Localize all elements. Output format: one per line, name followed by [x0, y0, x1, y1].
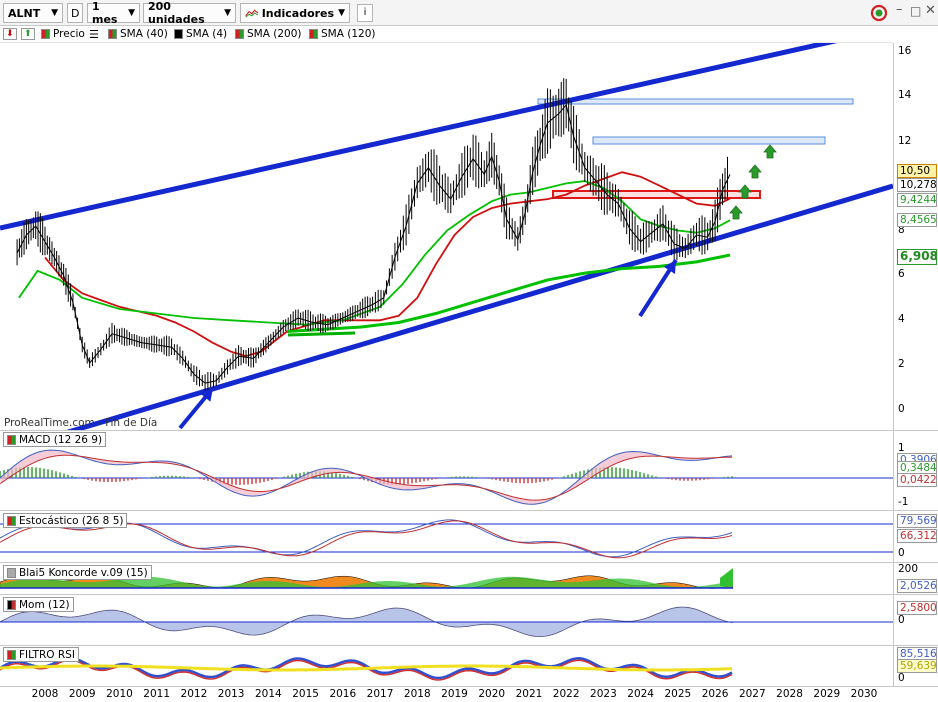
x-tick-label: 2026 [701, 688, 729, 700]
rsi-panel-title[interactable]: FILTRO RSI [3, 647, 79, 662]
y-tick-label: 16 [898, 45, 912, 57]
macd-band [0, 450, 733, 505]
koncorde-value-badge: 2,0526 [897, 579, 937, 593]
sma200-segment [287, 331, 356, 337]
x-tick-label: 2011 [143, 688, 171, 700]
price-chart[interactable] [0, 0, 893, 686]
macd-panel-title[interactable]: MACD (12 26 9) [3, 432, 107, 447]
momentum-panel-title[interactable]: Mom (12) [3, 597, 74, 612]
x-tick-label: 2025 [664, 688, 692, 700]
x-tick-label: 2030 [850, 688, 878, 700]
watermark: ProRealTime.com - Fin de Día [4, 417, 158, 429]
maximize-icon[interactable]: □ [910, 4, 921, 18]
y-tick-label: 6 [898, 268, 905, 280]
x-tick-label: 2017 [366, 688, 394, 700]
x-tick-label: 2015 [292, 688, 319, 700]
resistance-zone [537, 98, 854, 105]
channel-lower-line [66, 183, 893, 430]
x-tick-label: 2013 [217, 688, 245, 700]
momentum-value-badge: 2,5800 [897, 601, 937, 615]
indicator-swatch-icon [7, 599, 16, 610]
resistance-zone [592, 136, 826, 145]
y-tick-label: 12 [898, 135, 912, 147]
up-arrow-icon [729, 205, 743, 220]
y-tick-label: 0 [898, 614, 905, 626]
rsi-filter-badge: 59,639 [897, 659, 937, 673]
koncorde-green-spike [720, 568, 733, 586]
stoch-d-badge: 66,312 [897, 529, 937, 543]
chart-window: ALNT ▼ D 1 mes ▼ 200 unidades ▼ Indicadores… [0, 0, 938, 702]
close-icon[interactable]: ✕ [925, 3, 936, 18]
minimize-icon[interactable]: – [896, 2, 903, 17]
koncorde-panel-title[interactable]: Blai5 Koncorde v.09 (15) [3, 565, 152, 580]
x-tick-label: 2021 [515, 688, 543, 700]
x-tick-label: 2010 [106, 688, 133, 700]
x-tick-label: 2009 [68, 688, 96, 700]
x-tick-label: 2027 [738, 688, 766, 700]
macd-hist-badge: 0,0422 [897, 473, 937, 487]
sma4-value-badge: 10,278 [897, 178, 937, 192]
up-arrow-icon [748, 164, 762, 179]
main-plot [0, 43, 893, 430]
y-tick-label: 14 [898, 89, 912, 101]
x-tick-label: 2014 [254, 688, 282, 700]
x-tick-label: 2019 [441, 688, 468, 700]
indicator-swatch-icon [7, 515, 16, 526]
indicator-swatch-icon [7, 649, 16, 660]
y-tick-label: 200 [898, 563, 919, 575]
sma120-value-badge: 8,4565 [897, 213, 937, 227]
x-tick-label: 2023 [590, 688, 617, 700]
y-tick-label: 0 [898, 672, 905, 684]
x-tick-label: 2022 [552, 688, 580, 700]
last-price-badge: 10,50 [897, 164, 937, 178]
support-zone [552, 190, 761, 199]
x-tick-label: 2008 [31, 688, 59, 700]
x-tick-label: 2024 [627, 688, 654, 700]
y-tick-label: 2 [898, 358, 905, 370]
up-arrow-icon [763, 144, 777, 159]
stoch-k-badge: 79,569 [897, 514, 937, 528]
sma40-value-badge: 9,4244 [897, 193, 937, 207]
sma200-value-badge: 6,9083 [897, 249, 937, 265]
y-tick-label: 4 [898, 313, 905, 325]
price-axis-divider [893, 43, 894, 687]
y-tick-label: 0 [898, 403, 905, 415]
indicator-swatch-icon [7, 567, 16, 578]
x-tick-label: 2018 [403, 688, 431, 700]
time-axis-divider [0, 686, 938, 687]
indicator-swatch-icon [7, 434, 16, 445]
x-tick-label: 2020 [478, 688, 506, 700]
y-tick-label: -1 [898, 496, 909, 508]
stochastic-panel-title[interactable]: Estocástico (26 8 5) [3, 513, 128, 528]
x-tick-label: 2016 [329, 688, 357, 700]
price-bars [16, 78, 728, 392]
y-tick-label: 0 [898, 547, 905, 559]
x-tick-label: 2012 [180, 688, 208, 700]
x-tick-label: 2029 [813, 688, 841, 700]
x-tick-label: 2028 [776, 688, 803, 700]
